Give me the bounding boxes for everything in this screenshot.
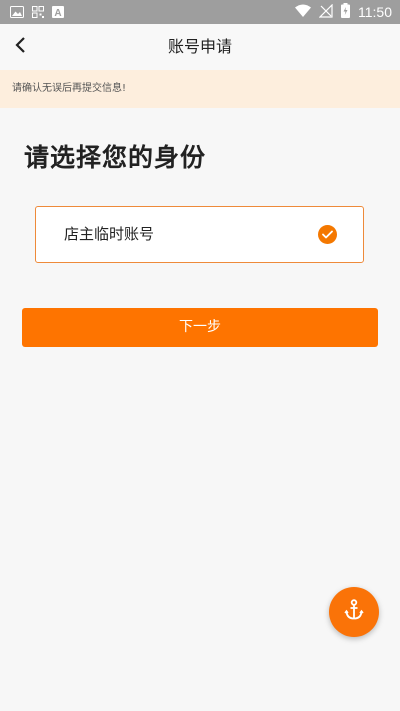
identity-heading: 请选择您的身份	[24, 143, 207, 172]
identity-option-store-owner[interactable]: 店主临时账号	[35, 206, 364, 263]
next-button[interactable]: 下一步	[22, 308, 378, 347]
chevron-left-icon	[15, 37, 27, 57]
option-label: 店主临时账号	[64, 225, 155, 243]
anchor-icon	[344, 599, 364, 625]
svg-text:A: A	[54, 8, 61, 18]
floating-action-button[interactable]	[329, 587, 379, 637]
status-bar: A 11:50	[0, 0, 400, 24]
notice-text: 请确认无误后再提交信息!	[12, 83, 127, 94]
check-circle-icon	[318, 225, 337, 244]
page-title: 账号申请	[167, 37, 232, 56]
notice-banner: 请确认无误后再提交信息!	[0, 70, 400, 108]
wifi-icon	[295, 3, 311, 22]
status-bar-left-icons: A	[10, 4, 64, 20]
back-button[interactable]	[8, 34, 34, 60]
qr-icon	[32, 3, 44, 22]
no-signal-icon	[318, 3, 333, 22]
status-bar-right: 11:50	[295, 0, 392, 24]
nav-header: 账号申请	[0, 24, 400, 70]
image-icon	[10, 3, 24, 22]
status-time: 11:50	[358, 4, 392, 20]
font-a-icon: A	[52, 3, 64, 22]
battery-icon	[341, 2, 350, 22]
